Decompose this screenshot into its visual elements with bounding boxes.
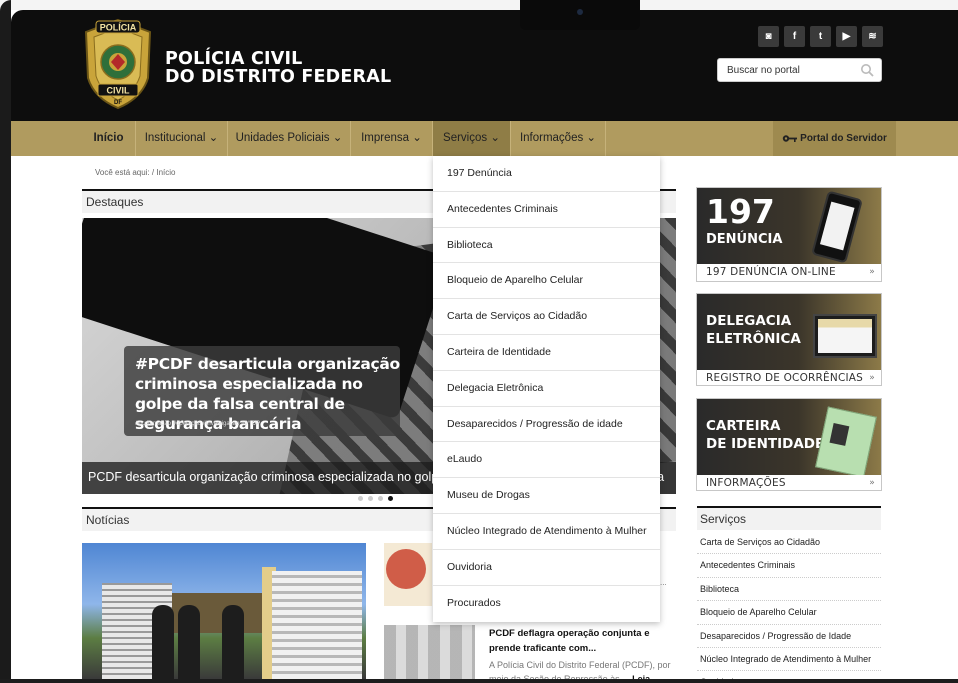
rss-icon[interactable]: ≋ <box>862 26 883 47</box>
banner-bottom: INFORMAÇÕES » <box>697 475 881 490</box>
brand-line-1: POLÍCIA CIVIL <box>165 49 303 69</box>
search-icon[interactable] <box>860 63 874 77</box>
servicos-item[interactable]: Desaparecidos / Progressão de Idade <box>697 625 881 648</box>
portal-servidor-label: Portal do Servidor <box>800 133 887 144</box>
phone-screen <box>819 201 855 251</box>
search-input[interactable] <box>727 59 857 81</box>
servicos-dropdown-menu: 197 Denúncia Antecedentes Criminais Bibl… <box>433 156 660 622</box>
nav-item-unidades-policiais[interactable]: Unidades Policiais ⌄ <box>228 121 351 156</box>
site-brand[interactable]: POLÍCIA CIVIL DO DISTRITO FEDERAL <box>165 50 391 86</box>
servicos-title: Serviços <box>697 506 881 530</box>
news-image-1[interactable] <box>82 543 366 679</box>
menu-item-desaparecidos[interactable]: Desaparecidos / Progressão de idade <box>433 407 660 443</box>
menu-item-nucleo-mulher[interactable]: Núcleo Integrado de Atendimento à Mulher <box>433 514 660 550</box>
news-title-2[interactable]: PCDF deflagra operação conjunta e prende… <box>489 626 669 656</box>
portal-servidor-button[interactable]: Portal do Servidor <box>773 121 896 156</box>
banner-delegacia-line1: DELEGACIA <box>706 313 792 329</box>
nav-item-inicio[interactable]: Início <box>82 121 136 156</box>
arrow-icon: » <box>869 478 875 488</box>
servicos-item[interactable]: Antecedentes Criminais <box>697 554 881 578</box>
nav-item-imprensa[interactable]: Imprensa ⌄ <box>351 121 433 156</box>
banner-top: 197 DENÚNCIA <box>697 188 881 264</box>
menu-item-elaudo[interactable]: eLaudo <box>433 442 660 479</box>
banner-carteira-link: INFORMAÇÕES <box>706 477 786 489</box>
youtube-icon[interactable]: ▶ <box>836 26 857 47</box>
camera-icon <box>577 9 583 15</box>
news-thumbnail-graphic <box>386 549 426 589</box>
social-links: ◙ f t ▶ ≋ <box>758 26 883 47</box>
monitor-screen <box>818 319 872 353</box>
banner-bottom: 197 DENÚNCIA ON-LINE » <box>697 264 881 281</box>
badge-top-text: POLÍCIA <box>100 23 137 33</box>
servicos-list: Carta de Serviços ao Cidadão Antecedente… <box>697 531 881 683</box>
banner-top: DELEGACIA ELETRÔNICA <box>697 294 881 370</box>
id-card-photo <box>829 423 850 446</box>
menu-item-delegacia-eletronica[interactable]: Delegacia Eletrônica <box>433 371 660 407</box>
camera-notch <box>520 0 640 30</box>
servicos-item[interactable]: Bloqueio de Aparelho Celular <box>697 601 881 625</box>
main-nav: Início Institucional ⌄ Unidades Policiai… <box>11 121 958 156</box>
device-frame-left <box>0 0 11 683</box>
news-image-agent <box>178 605 200 679</box>
banner-197-label: DENÚNCIA <box>706 232 783 247</box>
menu-item-museu-drogas[interactable]: Museu de Drogas <box>433 478 660 514</box>
pcdf-badge-logo[interactable]: POLÍCIA CIVIL DF <box>82 18 154 110</box>
news-ellipsis: ... <box>660 578 667 587</box>
slider-dots <box>358 496 393 501</box>
device-frame-bottom <box>0 679 958 683</box>
instagram-icon[interactable]: ◙ <box>758 26 779 47</box>
nav-item-institucional[interactable]: Institucional ⌄ <box>136 121 228 156</box>
news-image-gate <box>272 571 362 679</box>
menu-item-carteira-identidade[interactable]: Carteira de Identidade <box>433 335 660 371</box>
banner-bottom: REGISTRO DE OCORRÊNCIAS » <box>697 370 881 385</box>
arrow-icon: » <box>869 373 875 383</box>
banner-delegacia-line2: ELETRÔNICA <box>706 331 801 347</box>
phone-icon <box>811 190 863 264</box>
twitter-icon[interactable]: t <box>810 26 831 47</box>
slider-dot[interactable] <box>378 496 383 501</box>
news-thumbnail-1[interactable] <box>384 543 432 606</box>
menu-item-antecedentes-criminais[interactable]: Antecedentes Criminais <box>433 192 660 228</box>
banner-197-link: 197 DENÚNCIA ON-LINE <box>706 266 836 278</box>
menu-item-197-denuncia[interactable]: 197 Denúncia <box>433 156 660 192</box>
banner-carteira-line1: CARTEIRA <box>706 418 781 434</box>
badge-bottom-text: CIVIL <box>106 86 130 96</box>
menu-item-bloqueio-celular[interactable]: Bloqueio de Aparelho Celular <box>433 263 660 300</box>
banner-carteira-identidade[interactable]: CARTEIRA DE IDENTIDADE INFORMAÇÕES » <box>696 398 882 491</box>
news-thumbnail-2[interactable] <box>384 625 475 679</box>
key-icon <box>782 135 798 142</box>
servicos-item[interactable]: Núcleo Integrado de Atendimento à Mulher <box>697 648 881 672</box>
monitor-icon <box>813 314 877 358</box>
menu-item-biblioteca[interactable]: Biblioteca <box>433 228 660 264</box>
banner-carteira-line2: DE IDENTIDADE <box>706 436 825 452</box>
news-image-agent <box>152 605 174 679</box>
news-image-agent <box>222 605 244 679</box>
menu-item-carta-servicos[interactable]: Carta de Serviços ao Cidadão <box>433 299 660 335</box>
slider-dot[interactable] <box>368 496 373 501</box>
banner-top: CARTEIRA DE IDENTIDADE <box>697 399 881 478</box>
arrow-icon: » <box>869 267 875 277</box>
facebook-icon[interactable]: f <box>784 26 805 47</box>
search-box <box>717 58 882 82</box>
servicos-item[interactable]: Carta de Serviços ao Cidadão <box>697 531 881 555</box>
menu-item-procurados[interactable]: Procurados <box>433 586 660 622</box>
banner-197-denuncia[interactable]: 197 DENÚNCIA 197 DENÚNCIA ON-LINE » <box>696 187 882 282</box>
slider-dot-active[interactable] <box>388 496 393 501</box>
id-card-icon <box>815 406 877 478</box>
banner-197-number: 197 <box>706 192 775 231</box>
servicos-item[interactable]: Biblioteca <box>697 578 881 602</box>
breadcrumb: Você está aqui: / Início <box>95 168 176 177</box>
device-frame-top <box>0 0 958 10</box>
news-thumbnail-graphic <box>384 625 475 679</box>
badge-df-text: DF <box>114 100 122 106</box>
banner-delegacia-link: REGISTRO DE OCORRÊNCIAS <box>706 372 864 384</box>
hero-overlay-tags: #pcdfemação #operação #investigação #9° … <box>135 421 261 427</box>
banner-delegacia-eletronica[interactable]: DELEGACIA ELETRÔNICA REGISTRO DE OCORRÊN… <box>696 293 882 386</box>
slider-dot[interactable] <box>358 496 363 501</box>
menu-item-ouvidoria[interactable]: Ouvidoria <box>433 550 660 586</box>
nav-item-informacoes[interactable]: Informações ⌄ <box>511 121 606 156</box>
nav-item-servicos[interactable]: Serviços ⌄ <box>433 121 511 156</box>
brand-line-2: DO DISTRITO FEDERAL <box>165 67 392 87</box>
